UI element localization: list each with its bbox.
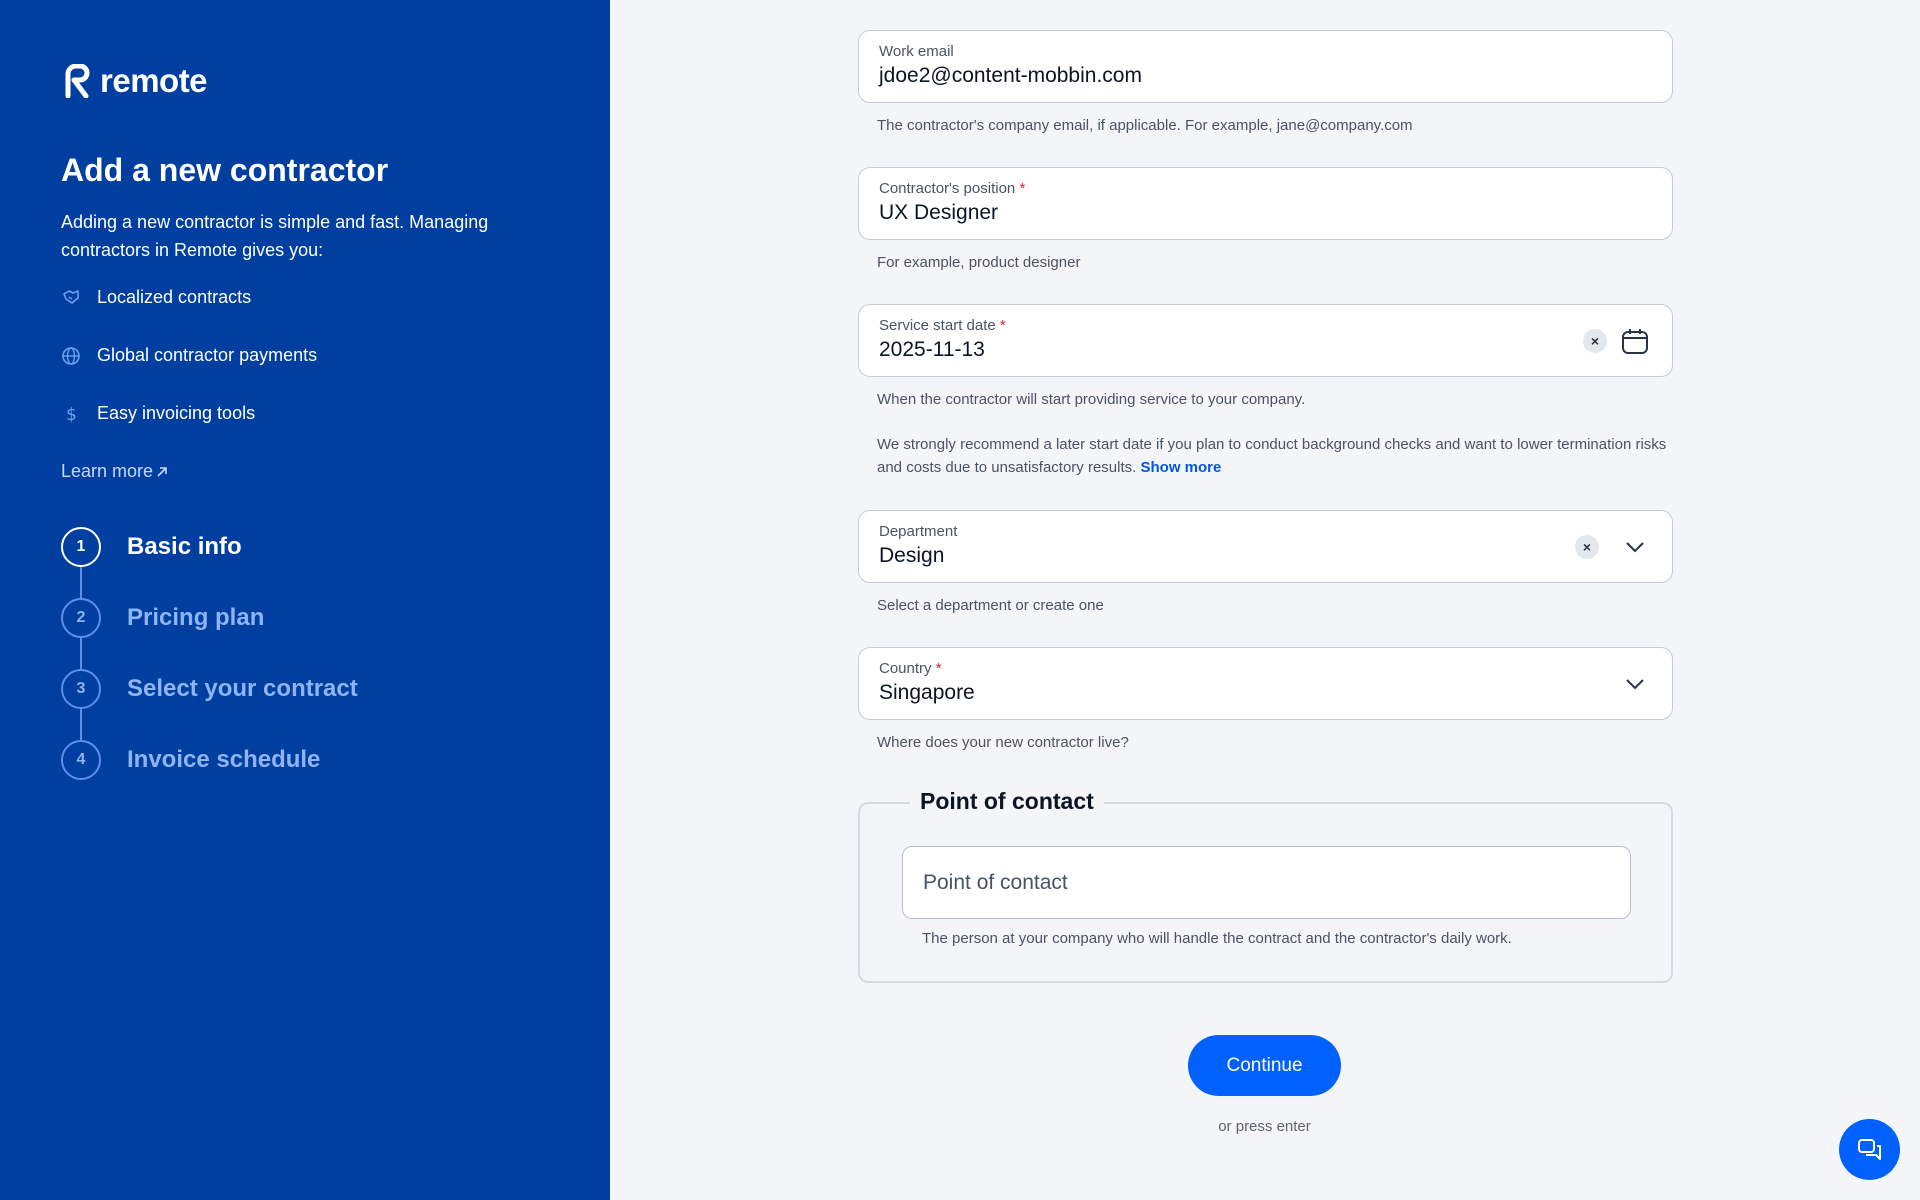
step-connector <box>80 708 82 740</box>
field-label: Service start date * <box>879 317 1006 334</box>
clear-date-button[interactable]: × <box>1583 329 1607 353</box>
step-invoice-schedule[interactable]: 4 Invoice schedule <box>61 740 320 780</box>
sidebar: remote Add a new contractor Adding a new… <box>0 0 610 1200</box>
benefit-global-payments: Global contractor payments <box>61 345 317 366</box>
dollar-icon: $ <box>66 405 77 424</box>
start-date-recommendation: We strongly recommend a later start date… <box>877 436 1667 476</box>
field-label: Work email <box>879 43 954 60</box>
start-date-help: When the contractor will start providing… <box>877 391 1306 408</box>
step-label: Invoice schedule <box>127 746 321 773</box>
step-number: 1 <box>61 527 101 567</box>
required-marker: * <box>935 660 942 677</box>
step-number: 3 <box>61 669 101 709</box>
benefit-label: Easy invoicing tools <box>97 403 256 423</box>
required-marker: * <box>1019 180 1026 197</box>
field-value: jdoe2@content-mobbin.com <box>879 64 1142 87</box>
country-help: Where does your new contractor live? <box>877 734 1129 751</box>
step-number: 2 <box>61 598 101 638</box>
point-of-contact-help: The person at your company who will hand… <box>922 930 1512 947</box>
learn-more-label: Learn more <box>61 461 154 481</box>
sidebar-description: Adding a new contractor is simple and fa… <box>61 212 489 260</box>
position-help: For example, product designer <box>877 254 1081 271</box>
step-label: Pricing plan <box>127 604 265 631</box>
external-arrow-icon <box>157 466 167 477</box>
field-label: Contractor's position * <box>879 180 1026 197</box>
point-of-contact-group: Point of contact Point of contact The pe… <box>858 788 1673 983</box>
logo-text: remote <box>100 62 208 99</box>
field-value: Design <box>879 544 945 567</box>
step-connector <box>80 566 82 598</box>
step-basic-info[interactable]: 1 Basic info <box>61 527 242 567</box>
field-label: Department <box>879 523 958 540</box>
step-pricing-plan[interactable]: 2 Pricing plan <box>61 598 264 638</box>
globe-icon <box>62 346 80 365</box>
continue-button[interactable]: Continue <box>1188 1035 1341 1096</box>
start-date-field[interactable]: Service start date * 2025-11-13 × <box>858 304 1673 377</box>
benefit-localized-contracts: Localized contracts <box>61 287 251 308</box>
required-marker: * <box>999 317 1006 334</box>
field-value: Singapore <box>879 681 975 704</box>
calendar-icon[interactable] <box>1621 327 1649 355</box>
step-select-contract[interactable]: 3 Select your contract <box>61 669 358 709</box>
field-label: Country * <box>879 660 942 677</box>
learn-more-link[interactable]: Learn more <box>61 461 169 482</box>
input-placeholder: Point of contact <box>923 870 1068 894</box>
benefit-label: Global contractor payments <box>97 345 318 365</box>
chat-icon <box>1857 1138 1881 1160</box>
point-of-contact-legend: Point of contact <box>910 788 1104 815</box>
benefit-invoicing-tools: $ Easy invoicing tools <box>61 403 255 424</box>
press-enter-hint: or press enter <box>1218 1118 1311 1135</box>
show-more-link[interactable]: Show more <box>1140 459 1221 476</box>
step-label: Basic info <box>127 533 242 560</box>
svg-text:$: $ <box>66 405 77 424</box>
remote-logo[interactable]: remote <box>62 62 208 100</box>
chat-button[interactable] <box>1839 1119 1900 1180</box>
step-connector <box>80 637 82 669</box>
country-select[interactable]: Country * Singapore <box>858 647 1673 720</box>
point-of-contact-input[interactable]: Point of contact <box>902 846 1631 919</box>
page-title: Add a new contractor <box>61 152 389 188</box>
remote-logo-icon <box>65 64 90 98</box>
clear-department-button[interactable]: × <box>1575 535 1599 559</box>
position-field[interactable]: Contractor's position * UX Designer <box>858 167 1673 240</box>
field-value: 2025-11-13 <box>879 338 985 361</box>
work-email-field[interactable]: Work email jdoe2@content-mobbin.com <box>858 30 1673 103</box>
benefit-label: Localized contracts <box>97 287 252 307</box>
chevron-down-icon[interactable] <box>1621 670 1649 698</box>
department-select[interactable]: Department Design × <box>858 510 1673 583</box>
work-email-help: The contractor's company email, if appli… <box>877 117 1413 134</box>
step-number: 4 <box>61 740 101 780</box>
department-help: Select a department or create one <box>877 597 1104 614</box>
chevron-down-icon[interactable] <box>1621 533 1649 561</box>
step-label: Select your contract <box>127 675 358 702</box>
field-value: UX Designer <box>879 201 999 224</box>
handshake-icon <box>63 289 79 304</box>
